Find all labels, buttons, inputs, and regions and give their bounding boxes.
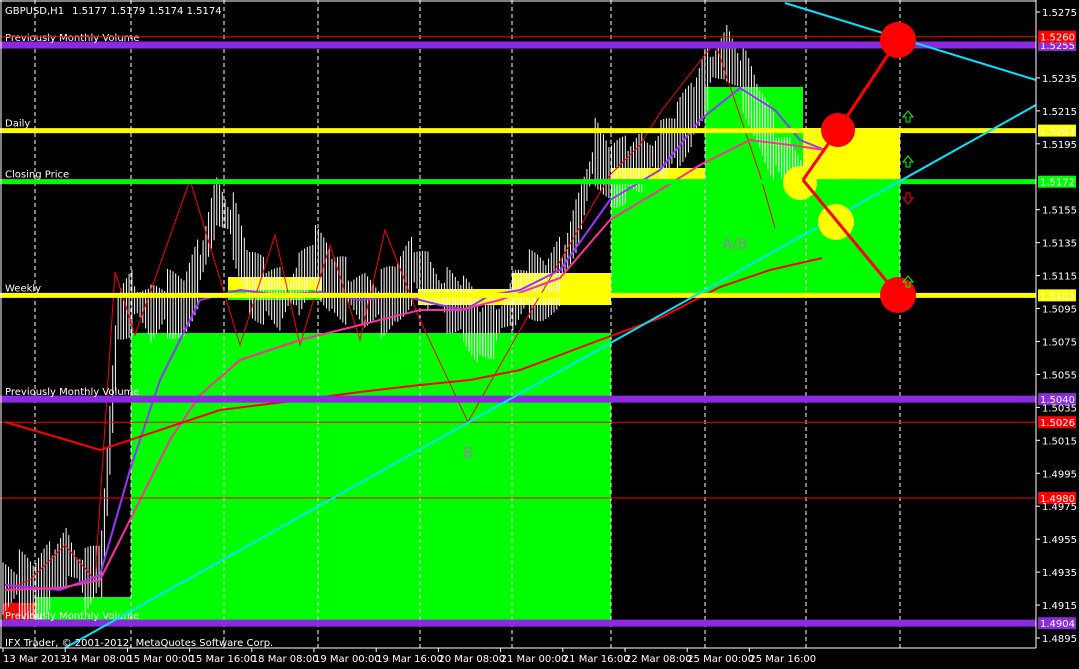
copyright-text: IFX Trader, © 2001-2012, MetaQuotes Soft… xyxy=(5,638,273,649)
price-tick-label: 1.5135 xyxy=(1042,239,1077,250)
arrow-down-icon xyxy=(901,192,915,205)
time-tick-label: 15 Mar 16:00 xyxy=(190,654,257,665)
symbol-label: GBPUSD,H1 xyxy=(5,6,64,17)
ohlc-values: 1.5177 1.5179 1.5174 1.5174 xyxy=(72,6,222,17)
b-label: B xyxy=(463,444,473,462)
level-name: Closing Price xyxy=(5,170,69,181)
price-tick-label: 1.5215 xyxy=(1042,107,1077,118)
price-tag-label: 1.5260 xyxy=(1040,33,1075,44)
price-tick-label: 1.4975 xyxy=(1042,502,1077,513)
level-name: Previously Monthly Volume xyxy=(5,33,140,44)
time-tick-label: 21 Mar 16:00 xyxy=(563,654,630,665)
price-tick-label: 1.5275 xyxy=(1042,8,1077,19)
arrow-up-icon xyxy=(901,155,915,168)
time-tick-label: 25 Mar 16:00 xyxy=(749,654,816,665)
price-tick-label: 1.5035 xyxy=(1042,403,1077,414)
time-tick-label: 19 Mar 16:00 xyxy=(376,654,443,665)
price-tick-label: 1.4995 xyxy=(1042,469,1077,480)
time-tick-label: 18 Mar 08:00 xyxy=(252,654,319,665)
price-tick-label: 1.4895 xyxy=(1042,634,1077,645)
ab-label: A/B xyxy=(722,235,748,253)
yellow-zone xyxy=(228,277,322,290)
time-tick-label: 21 Mar 00:00 xyxy=(501,654,568,665)
price-tick-label: 1.4915 xyxy=(1042,601,1077,612)
zones-layer xyxy=(3,87,900,623)
price-chart[interactable]: Previously Monthly Volume Daily Closing Pr… xyxy=(0,0,1079,669)
price-tag-label: 1.5026 xyxy=(1040,418,1075,429)
price-tag-label: 1.5103 xyxy=(1040,291,1075,302)
price-tick-label: 1.5015 xyxy=(1042,436,1077,447)
price-tick-label: 1.5055 xyxy=(1042,370,1077,381)
time-tick-label: 15 Mar 00:00 xyxy=(127,654,194,665)
arrow-up-icon xyxy=(901,110,915,123)
level-name: Weekly xyxy=(5,283,41,294)
price-tag-label: 1.5172 xyxy=(1040,178,1075,189)
level-name: Previously Monthly Volume xyxy=(5,387,140,398)
time-tick-label: 13 Mar 2013 xyxy=(3,654,66,665)
time-tick-label: 25 Mar 00:00 xyxy=(687,654,754,665)
time-tick-label: 20 Mar 08:00 xyxy=(438,654,505,665)
price-tick-label: 1.4955 xyxy=(1042,535,1077,546)
price-tag-label: 1.4904 xyxy=(1040,619,1075,630)
price-tick-label: 1.5195 xyxy=(1042,140,1077,151)
time-tick-label: 22 Mar 08:00 xyxy=(625,654,692,665)
price-tick-label: 1.4935 xyxy=(1042,568,1077,579)
price-tick-label: 1.5155 xyxy=(1042,206,1077,217)
time-tick-label: 19 Mar 00:00 xyxy=(314,654,381,665)
price-tag-label: 1.5203 xyxy=(1040,127,1075,138)
level-name: Daily xyxy=(5,119,30,130)
price-tick-label: 1.5235 xyxy=(1042,74,1077,85)
price-tick-label: 1.5095 xyxy=(1042,305,1077,316)
symbol-header: GBPUSD,H1 1.5177 1.5179 1.5174 1.5174 xyxy=(5,6,222,17)
price-tick-label: 1.5075 xyxy=(1042,337,1077,348)
price-tick-label: 1.5115 xyxy=(1042,272,1077,283)
target-circle xyxy=(783,166,817,200)
time-tick-label: 14 Mar 08:00 xyxy=(65,654,132,665)
